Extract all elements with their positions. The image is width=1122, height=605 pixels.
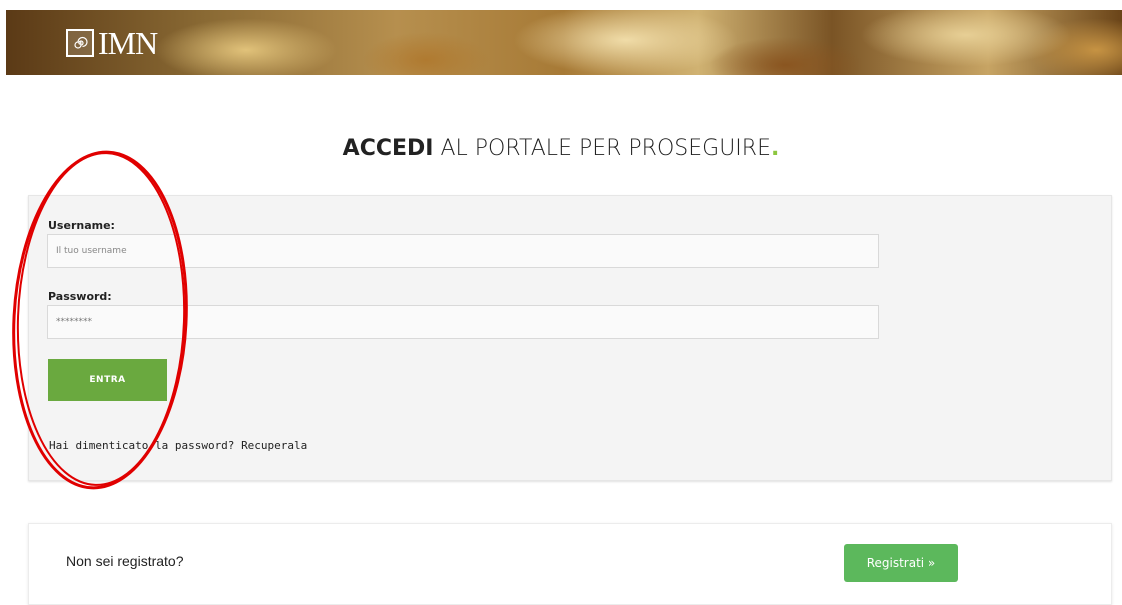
page-title-rest: AL PORTALE PER PROSEGUIRE: [433, 136, 771, 161]
login-button[interactable]: ENTRA: [48, 359, 167, 401]
page-title-bold: ACCEDI: [342, 136, 434, 161]
password-input[interactable]: [47, 305, 879, 339]
header-banner: IMN: [6, 10, 1122, 75]
login-panel: Username: Password: ENTRA Hai dimenticat…: [28, 195, 1112, 481]
spiral-icon: [66, 29, 94, 57]
register-button[interactable]: Registrati »: [844, 544, 958, 582]
logo-text: IMN: [98, 25, 158, 61]
forgot-password-text: Hai dimenticato la password? Recuperala: [49, 439, 307, 452]
username-label: Username:: [48, 219, 115, 232]
forgot-password-prompt: Hai dimenticato la password?: [49, 439, 242, 452]
recover-password-link[interactable]: Recuperala: [241, 439, 307, 452]
page-title-dot: .: [770, 136, 780, 161]
password-label: Password:: [48, 290, 112, 303]
username-input[interactable]: [47, 234, 879, 268]
site-logo[interactable]: IMN: [66, 25, 158, 61]
register-panel: Non sei registrato? Registrati »: [28, 523, 1112, 605]
register-prompt: Non sei registrato?: [66, 553, 184, 569]
page-title: ACCEDI AL PORTALE PER PROSEGUIRE.: [0, 136, 1122, 161]
